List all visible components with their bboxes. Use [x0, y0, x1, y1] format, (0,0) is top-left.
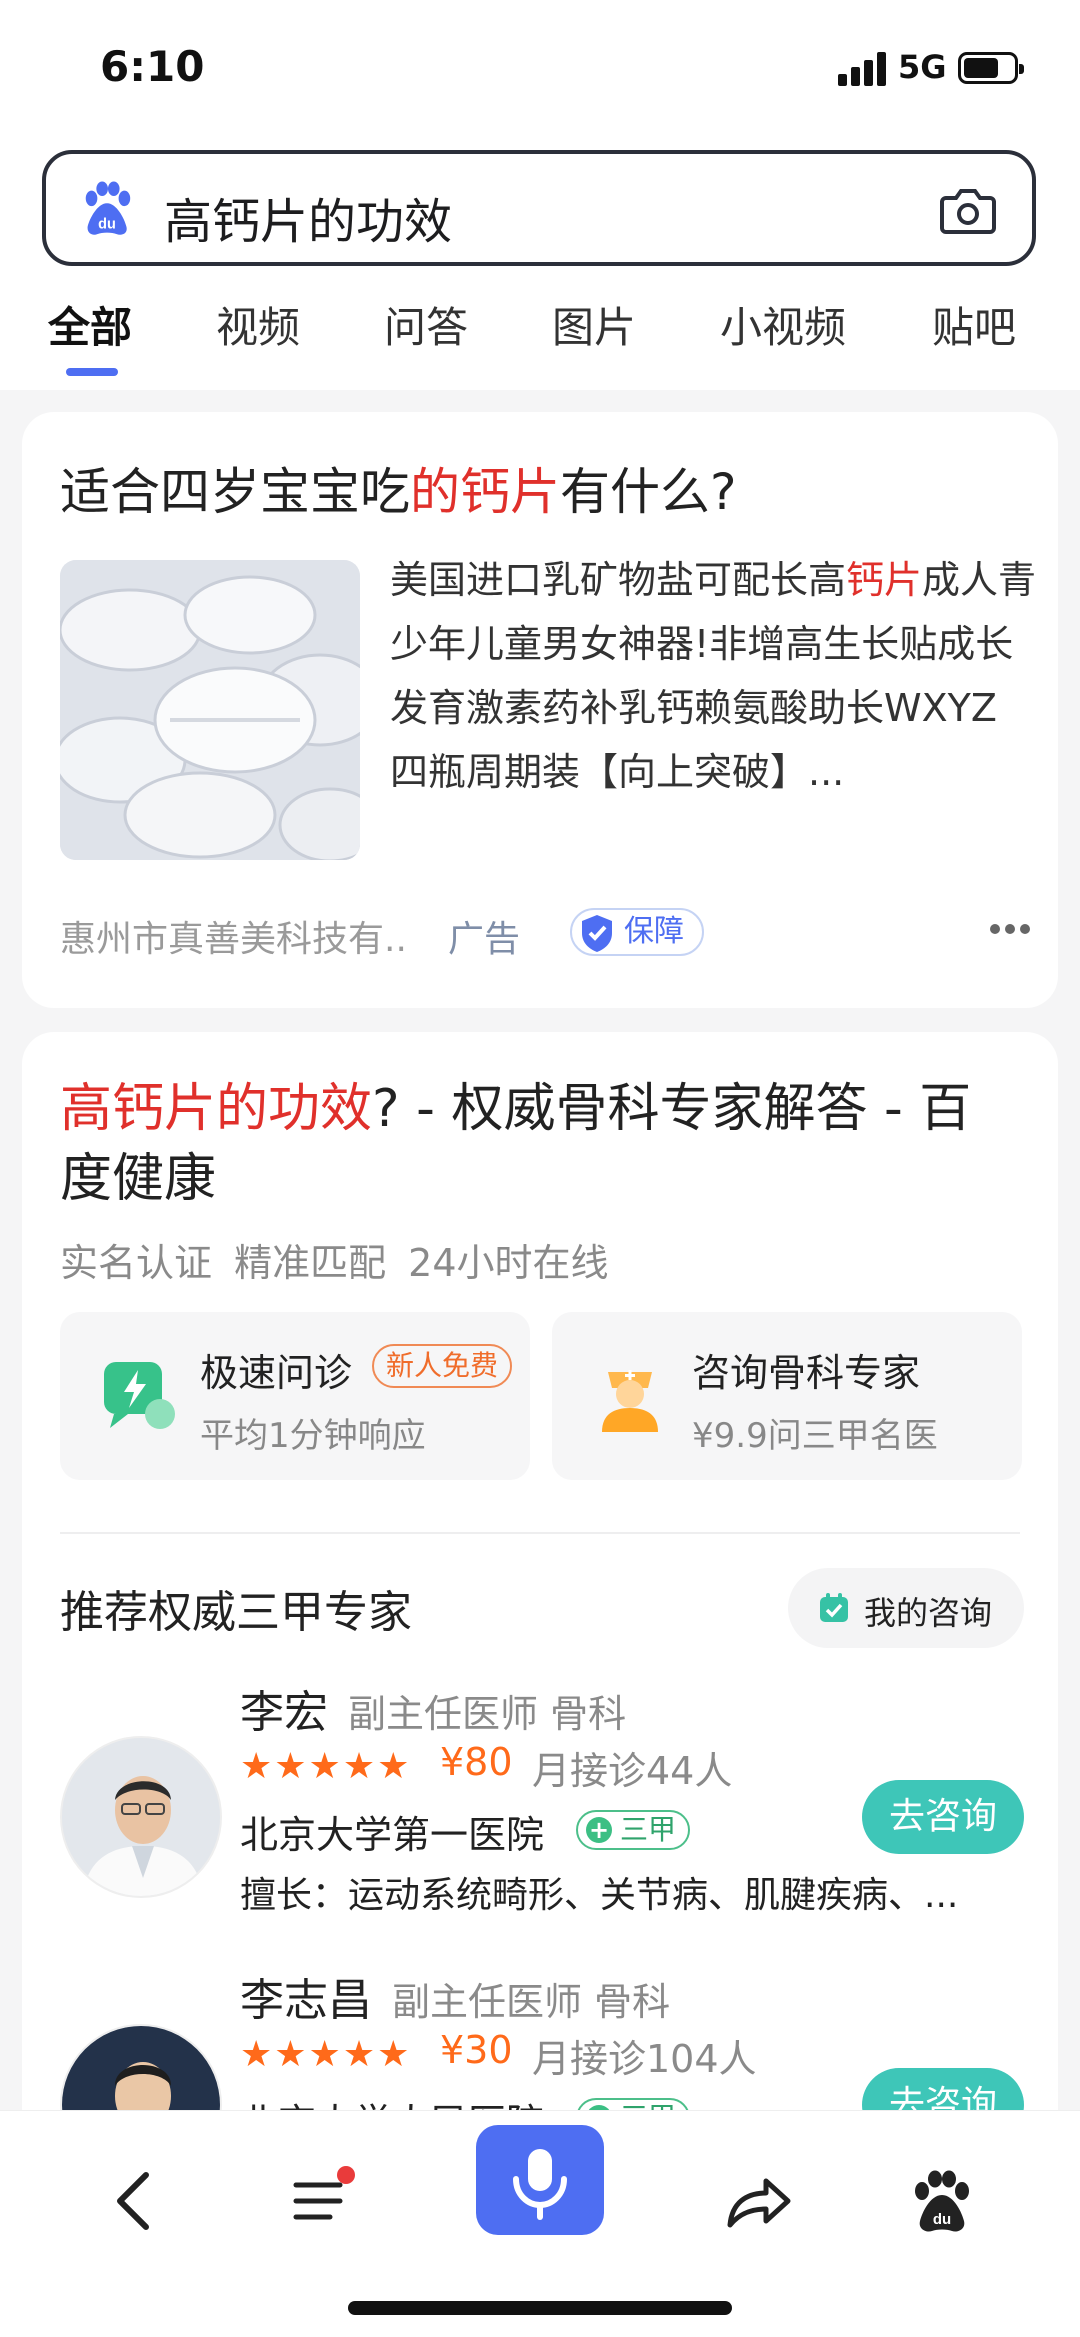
expert-consult-service[interactable]: 咨询骨科专家 ¥9.9问三甲名医: [552, 1312, 1022, 1480]
doctor-photo: [62, 1738, 220, 1896]
baidu-home-icon[interactable]: du: [902, 2161, 982, 2241]
ad-title-part1: 适合四岁宝宝吃: [60, 463, 410, 521]
status-bar: 6:10 5G: [0, 0, 1080, 140]
active-tab-indicator: [66, 368, 118, 376]
ad-title-highlight: 的钙片: [410, 463, 560, 521]
ad-desc-part1: 美国进口乳矿物盐可配长高: [390, 558, 847, 602]
health-title[interactable]: 高钙片的功效? - 权威骨科专家解答 - 百度健康: [60, 1074, 1020, 1214]
hospital-tier-badge: + 三甲: [576, 1810, 691, 1850]
rating-stars: ★★★★★: [240, 2034, 412, 2075]
doctor-name: 李志昌 副主任医师 骨科: [240, 1964, 670, 2028]
guarantee-label: 保障: [624, 914, 684, 949]
my-consult-button[interactable]: 我的咨询: [788, 1568, 1024, 1648]
bottom-nav: du: [0, 2110, 1080, 2337]
ad-title[interactable]: 适合四岁宝宝吃的钙片有什么?: [60, 452, 737, 524]
ad-meta-row: 惠州市真善美科技有.. 广告 保障: [60, 904, 1030, 964]
network-type: 5G: [898, 48, 947, 86]
health-subtitle: 实名认证 精准匹配 24小时在线: [60, 1241, 609, 1285]
doctor-name: 李宏 副主任医师 骨科: [240, 1676, 626, 1740]
tier-label: 三甲: [620, 1813, 677, 1846]
notification-dot: [337, 2166, 355, 2184]
consult-button[interactable]: 去咨询: [862, 1780, 1024, 1854]
more-options-icon[interactable]: [990, 924, 1030, 936]
search-tabs: 全部 视频 问答 图片 小视频 贴吧: [0, 290, 1080, 380]
product-thumbnail[interactable]: [60, 560, 360, 860]
tab-short-video[interactable]: 小视频: [720, 294, 846, 355]
plus-icon: +: [586, 1817, 612, 1843]
my-consult-label: 我的咨询: [864, 1594, 993, 1632]
camera-icon[interactable]: [940, 184, 996, 236]
doctor-hospital: 北京大学第一医院: [240, 1813, 545, 1857]
doctor-price: ¥80: [440, 1740, 513, 1784]
tab-all[interactable]: 全部: [48, 294, 132, 355]
microphone-icon: [513, 2149, 567, 2220]
signal-icon: [838, 52, 888, 86]
doctor-role: 副主任医师 骨科: [392, 1980, 671, 2024]
doctor-skill: 擅长：运动系统畸形、关节病、肌腱疾病、...: [240, 1875, 959, 1916]
shield-icon: [582, 915, 612, 952]
search-box[interactable]: du 高钙片的功效: [42, 150, 1036, 266]
svg-text:du: du: [98, 216, 116, 232]
share-icon[interactable]: [718, 2161, 798, 2241]
divider: [60, 1532, 1020, 1534]
tablets-image: [60, 560, 360, 860]
tab-images[interactable]: 图片: [552, 294, 636, 355]
expert-consult-title: 咨询骨科专家: [692, 1351, 921, 1395]
home-indicator: [348, 2301, 732, 2315]
quick-consult-service[interactable]: 极速问诊 新人免费 平均1分钟响应: [60, 1312, 530, 1480]
doctor-consults: 月接诊44人: [532, 1749, 733, 1793]
doctor-consults: 月接诊104人: [532, 2037, 757, 2081]
expert-consult-sub: ¥9.9问三甲名医: [692, 1416, 938, 1456]
status-time: 6:10: [100, 42, 205, 91]
doctor-role: 副主任医师 骨科: [348, 1692, 627, 1736]
tab-qa[interactable]: 问答: [384, 294, 468, 355]
doctor-name-text: 李志昌: [240, 1975, 372, 2026]
battery-icon: [958, 52, 1024, 84]
ad-label: 广告: [448, 919, 521, 960]
ad-result-card[interactable]: 适合四岁宝宝吃的钙片有什么? 美国进口乳矿物盐可配长高钙片成人青少年儿童男女神器…: [22, 412, 1058, 1008]
rating-stars: ★★★★★: [240, 1746, 412, 1787]
top-bar: 6:10 5G du 高钙片的功效 全部 视频 问答 图片 小视频 贴吧: [0, 0, 1080, 390]
tab-video[interactable]: 视频: [216, 294, 300, 355]
doctor-price: ¥30: [440, 2028, 513, 2072]
calendar-check-icon: [820, 1593, 848, 1622]
menu-icon[interactable]: [282, 2161, 362, 2241]
quick-consult-sub: 平均1分钟响应: [200, 1416, 426, 1456]
doctor-item[interactable]: 李宏 副主任医师 骨科 ★★★★★ ¥80 月接诊44人 北京大学第一医院 + 三…: [22, 1666, 1058, 1956]
doctor-icon: [602, 1370, 658, 1432]
quick-consult-title: 极速问诊: [200, 1351, 353, 1395]
doctor-name-text: 李宏: [240, 1687, 328, 1738]
lightning-chat-icon: [104, 1362, 175, 1429]
back-icon[interactable]: [96, 2161, 176, 2241]
ad-company: 惠州市真善美科技有..: [60, 919, 407, 960]
ad-title-part2: 有什么?: [560, 463, 737, 521]
health-title-highlight: 高钙片的功效: [60, 1079, 373, 1139]
baidu-paw-icon: du: [85, 181, 131, 235]
ad-description: 美国进口乳矿物盐可配长高钙片成人青少年儿童男女神器!非增高生长贴成长发育激素药补…: [390, 548, 1040, 804]
guarantee-badge: 保障: [570, 908, 704, 956]
svg-text:du: du: [933, 2211, 951, 2228]
ad-desc-highlight: 钙片: [846, 558, 923, 602]
doctor-avatar: [60, 1736, 222, 1898]
recommend-title: 推荐权威三甲专家: [60, 1587, 412, 1638]
voice-search-button[interactable]: [476, 2125, 604, 2235]
new-user-free-tag: 新人免费: [372, 1344, 513, 1388]
search-query[interactable]: 高钙片的功效: [164, 182, 452, 252]
tab-tieba[interactable]: 贴吧: [932, 294, 1016, 355]
